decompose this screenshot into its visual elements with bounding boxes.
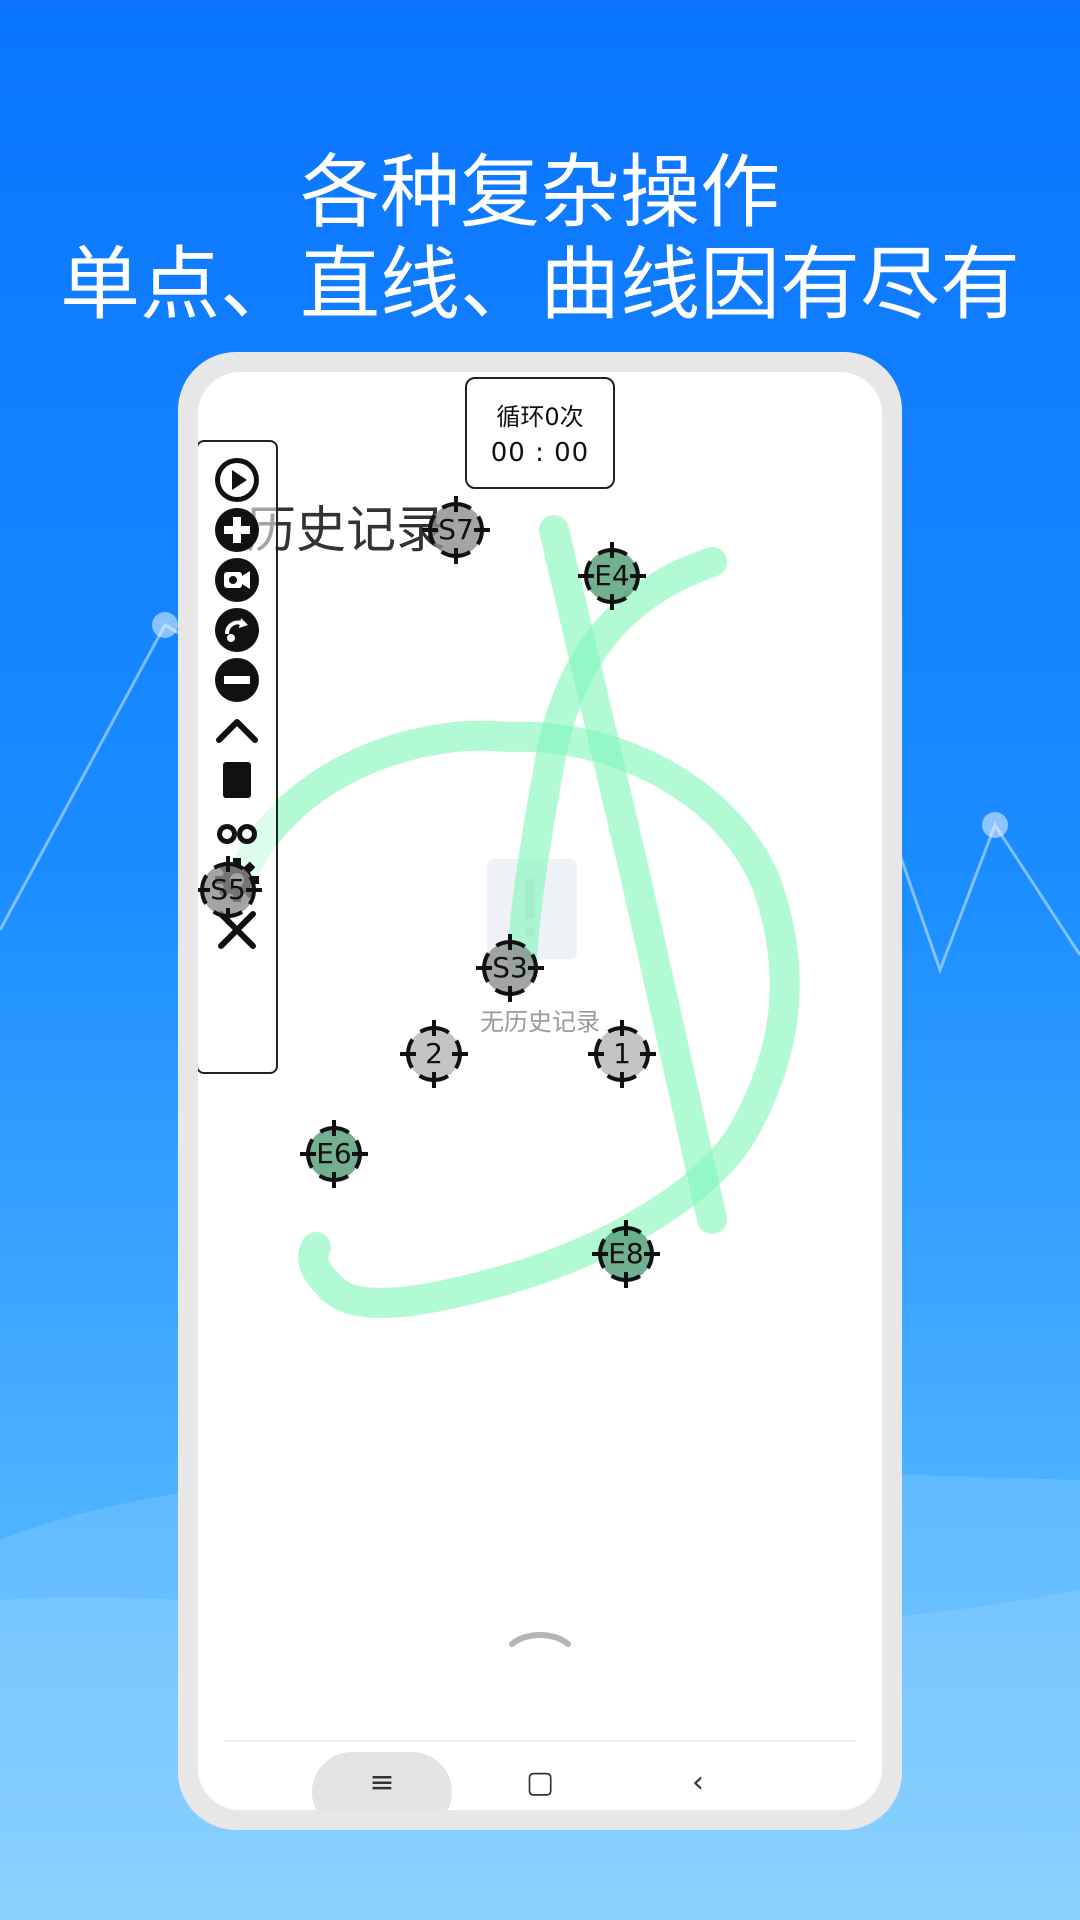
minus-icon[interactable] [211,654,263,706]
loop-timer: 00 : 00 [490,438,590,468]
target-s3[interactable]: S3 [474,932,546,1004]
gesture-paths [221,515,800,1318]
target-label: S3 [492,951,528,984]
glasses-icon[interactable] [211,804,263,856]
phone-screen: 历史记录 无历史记录 循环0次 00 : 00 S7 E4 S5 S3 2 1 … [198,372,882,1810]
target-e6[interactable]: E6 [298,1118,370,1190]
target-s7[interactable]: S7 [420,494,492,566]
headline-line-2: 单点、直线、曲线因有尽有 [60,238,1020,331]
target-e8[interactable]: E8 [590,1218,662,1290]
target-e4[interactable]: E4 [576,540,648,612]
phone-frame: 历史记录 无历史记录 循环0次 00 : 00 S7 E4 S5 S3 2 1 … [178,352,902,1830]
swipe-up-handle-icon[interactable] [506,1622,574,1652]
target-1[interactable]: 1 [586,1018,658,1090]
target-label: 2 [425,1037,443,1070]
target-s5[interactable]: S5 [198,854,264,926]
loop-count-label: 循环0次 [496,403,584,431]
chevron-up-icon[interactable] [211,704,263,756]
target-label: 1 [613,1037,631,1070]
target-label: E8 [608,1237,644,1270]
target-label: S5 [210,873,246,906]
target-2[interactable]: 2 [398,1018,470,1090]
nav-divider [224,1740,856,1742]
swipe-icon[interactable] [211,604,263,656]
play-icon[interactable] [211,454,263,506]
floating-toolbar [198,440,278,1074]
target-label: S7 [438,513,474,546]
plus-icon[interactable] [211,504,263,556]
nav-home-button[interactable]: ▢ [510,1760,570,1806]
loop-counter: 循环0次 00 : 00 [465,377,615,489]
nav-back-button[interactable]: ‹ [668,1760,728,1806]
system-nav-bar: ≡ ▢ ‹ [198,1740,882,1810]
nav-menu-button[interactable]: ≡ [352,1760,412,1806]
save-icon[interactable] [211,754,263,806]
target-label: E4 [594,559,630,592]
target-label: E6 [316,1137,352,1170]
record-icon[interactable] [211,554,263,606]
